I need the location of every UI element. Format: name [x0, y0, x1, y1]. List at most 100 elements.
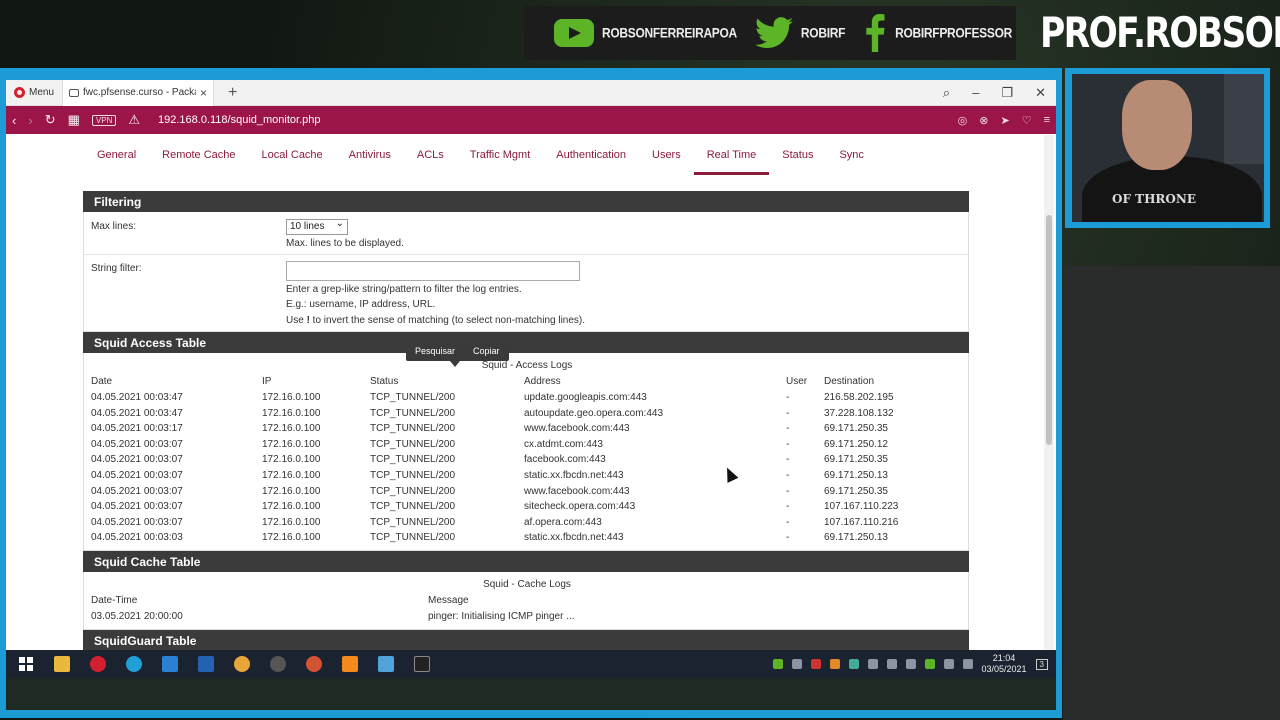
powershell-icon[interactable]: [192, 653, 220, 675]
table-cell: 107.167.110.223: [824, 501, 899, 513]
opera-taskbar-icon[interactable]: [84, 653, 112, 675]
block-icon[interactable]: ⊗: [979, 114, 988, 127]
tab-local-cache[interactable]: Local Cache: [249, 135, 336, 175]
table-cell: -: [786, 392, 790, 403]
forward-icon[interactable]: ›: [28, 113, 32, 128]
tray-display-icon[interactable]: [867, 659, 878, 669]
tab-general[interactable]: General: [84, 135, 149, 175]
easy-setup-icon[interactable]: ≡: [1044, 114, 1050, 127]
string-filter-help-1: Enter a grep-like string/pattern to filt…: [286, 284, 522, 295]
search-icon[interactable]: ⌕: [943, 85, 950, 101]
string-filter-help-2: E.g.: username, IP address, URL.: [286, 299, 436, 310]
reload-icon[interactable]: ↻: [45, 112, 56, 128]
filtering-header: Filtering: [83, 191, 969, 212]
tab-remote-cache[interactable]: Remote Cache: [149, 135, 248, 175]
table-cell: 172.16.0.100: [262, 454, 321, 466]
table-cell: 04.05.2021 00:03:07: [91, 470, 183, 481]
chrome-icon[interactable]: [228, 653, 256, 675]
table-row: 04.05.2021 00:03:07 172.16.0.100 TCP_TUNNE…: [84, 486, 968, 501]
page-scrollbar[interactable]: [1044, 135, 1054, 650]
table-cell: TCP_TUNNEL/200: [370, 392, 456, 403]
tray-sync-icon[interactable]: [848, 659, 859, 669]
tray-network-icon[interactable]: [829, 659, 840, 669]
network-app-icon[interactable]: [372, 653, 400, 675]
scrollbar-thumb[interactable]: [1046, 215, 1052, 445]
access-col-header: Date: [91, 376, 113, 387]
table-cell: 172.16.0.100: [262, 532, 321, 544]
browser-tab[interactable]: fwc.pfsense.curso - Packag ×: [62, 79, 215, 106]
new-tab-icon[interactable]: +: [228, 84, 237, 102]
nvidia-icon[interactable]: [772, 659, 783, 669]
usb-icon[interactable]: [905, 659, 916, 669]
table-cell: 04.05.2021 00:03:07: [91, 501, 183, 513]
table-cell: www.facebook.com:443: [524, 423, 630, 435]
volume-icon[interactable]: [962, 659, 973, 669]
edge-icon[interactable]: [120, 653, 148, 675]
webcam-shirt-text: OF THRONE: [1112, 192, 1196, 206]
windows-taskbar: 21:04 03/05/2021 3: [6, 650, 1056, 678]
send-icon[interactable]: ➤: [1000, 114, 1009, 127]
speed-dial-icon[interactable]: ▦: [68, 112, 80, 128]
tab-traffic-mgmt[interactable]: Traffic Mgmt: [457, 135, 544, 175]
tab-sync[interactable]: Sync: [826, 135, 876, 175]
minimize-icon[interactable]: –: [972, 85, 979, 101]
obs-icon[interactable]: [264, 653, 292, 675]
back-icon[interactable]: ‹: [12, 113, 16, 128]
table-cell: 172.16.0.100: [262, 438, 321, 450]
tab-close-icon[interactable]: ×: [200, 86, 207, 100]
table-cell: static.xx.fbcdn.net:443: [524, 532, 624, 544]
filter-divider: [84, 254, 968, 255]
opera-menu-button[interactable]: Menu: [6, 80, 62, 106]
copy-action[interactable]: Copiar: [464, 346, 509, 356]
vpn-badge[interactable]: VPN: [91, 114, 117, 126]
table-cell: 04.05.2021 00:03:07: [91, 454, 183, 466]
table-cell: autoupdate.geo.opera.com:443: [524, 407, 663, 419]
social-twitter: ROBIRF: [754, 17, 845, 49]
close-icon[interactable]: ✕: [1035, 85, 1046, 101]
table-row: 04.05.2021 00:03:17 172.16.0.100 TCP_TUNNE…: [84, 423, 968, 438]
defender-icon[interactable]: [924, 659, 935, 669]
camera-icon[interactable]: ◎: [958, 114, 968, 127]
tab-real-time[interactable]: Real Time: [693, 135, 770, 175]
windows-start-icon[interactable]: [12, 653, 40, 675]
help-3-post: to invert the sense of matching (to sele…: [309, 315, 586, 326]
microphone-icon[interactable]: [886, 659, 897, 669]
side-panel-background: [1063, 266, 1280, 720]
taskbar-clock[interactable]: 21:04 03/05/2021: [982, 653, 1027, 675]
tab-antivirus[interactable]: Antivirus: [336, 135, 404, 175]
tab-authentication[interactable]: Authentication: [543, 135, 639, 175]
security-warning-icon[interactable]: ⚠: [128, 112, 140, 128]
squid-nav-tabs: General Remote Cache Local Cache Antivirus A…: [84, 135, 974, 175]
access-col-header: IP: [262, 376, 272, 387]
file-explorer-icon[interactable]: [48, 653, 76, 675]
table-row: 04.05.2021 00:03:07 172.16.0.100 TCP_TUNNE…: [84, 517, 968, 532]
twitter-icon: [754, 17, 793, 49]
url-field[interactable]: 192.168.0.118/squid_monitor.php: [158, 114, 320, 126]
address-bar: ‹ › ↻ ▦ VPN ⚠ 192.168.0.118/squid_monito…: [6, 106, 1056, 134]
search-action[interactable]: Pesquisar: [406, 346, 464, 356]
tab-status[interactable]: Status: [769, 135, 826, 175]
heart-icon[interactable]: ♡: [1022, 114, 1032, 127]
tab-users[interactable]: Users: [639, 135, 694, 175]
cache-cell-message: pinger: Initialising ICMP pinger ...: [428, 611, 575, 622]
tab-acls[interactable]: ACLs: [404, 135, 457, 175]
webcam-person-head: [1122, 80, 1192, 170]
string-filter-label: String filter:: [91, 263, 142, 274]
restore-icon[interactable]: ❐: [1001, 85, 1013, 101]
store-icon[interactable]: [156, 653, 184, 675]
video-bottom-strip: [6, 678, 1056, 710]
tray-recorder-icon[interactable]: [810, 659, 821, 669]
wifi-icon[interactable]: [943, 659, 954, 669]
social-facebook: ROBIRFPROFESSOR: [863, 14, 1012, 52]
notification-center-icon[interactable]: 3: [1035, 658, 1048, 670]
string-filter-input[interactable]: [286, 261, 580, 281]
terminal-icon[interactable]: [408, 653, 436, 675]
max-lines-select[interactable]: 10 lines: [286, 218, 348, 235]
powerpoint-icon[interactable]: [300, 653, 328, 675]
tray-app-icon[interactable]: [791, 659, 802, 669]
cache-header-message: Message: [428, 595, 469, 606]
table-cell: 69.171.250.35: [824, 423, 888, 435]
sublime-icon[interactable]: [336, 653, 364, 675]
help-3-pre: Use: [286, 315, 307, 326]
table-cell: -: [786, 454, 790, 466]
